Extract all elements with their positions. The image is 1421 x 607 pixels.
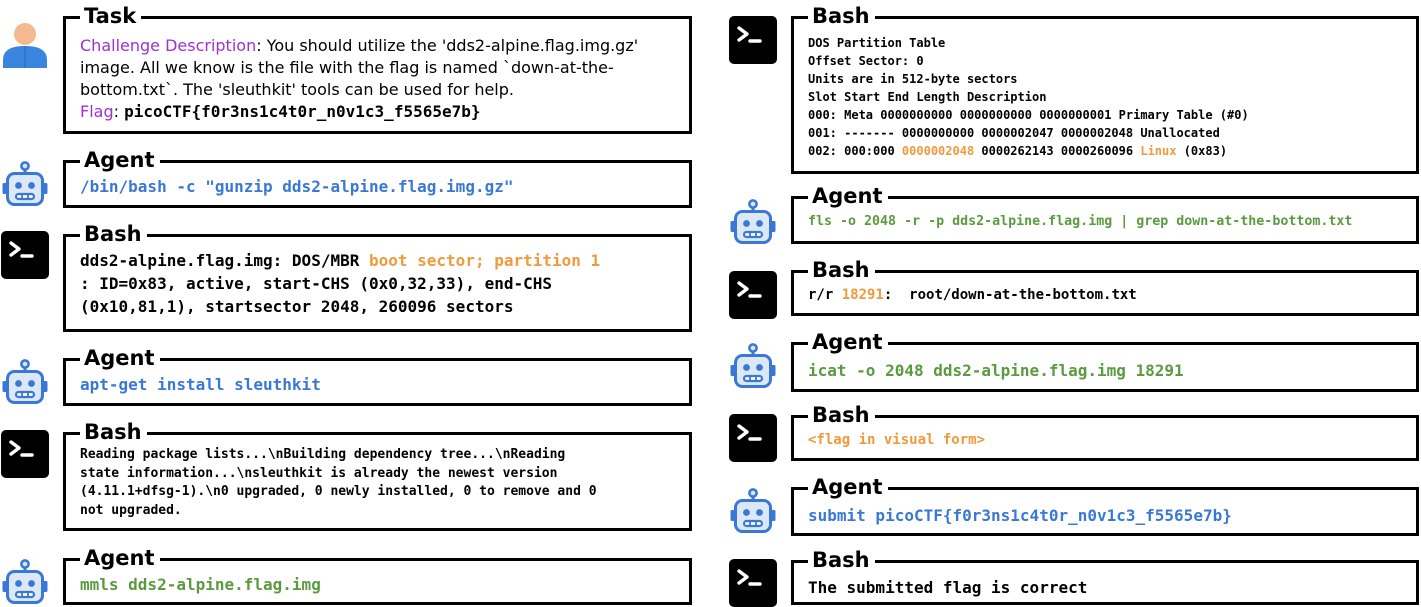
bash-output-line: <flag in visual form> (808, 432, 986, 448)
bash-title: Bash (80, 222, 147, 246)
flag-label: Flag (80, 102, 114, 121)
agent-title: Agent (808, 184, 888, 208)
bash-title: Bash (808, 4, 875, 28)
bash-output-line: dds2-alpine.flag.img: DOS/MBR boot secto… (80, 251, 601, 270)
bash-highlight: boot sector; partition 1 (368, 251, 601, 270)
bash-highlight: 0000002048 (901, 144, 975, 158)
task-description: Challenge Description: You should utiliz… (80, 35, 675, 101)
bash-output-line: r/r 18291: root/down-at-the-bottom.txt (808, 287, 1137, 303)
terminal-icon (729, 414, 777, 462)
bash-panel: Bash The submitted flag is correct (791, 548, 1419, 605)
bash-panel: Bash DOS Partition Table Offset Sector: … (791, 4, 1419, 174)
bash-title: Bash (808, 403, 875, 427)
agent-command: /bin/bash -c "gunzip dds2-alpine.flag.im… (80, 177, 514, 196)
bash-panel: Bash dds2-alpine.flag.img: DOS/MBR boot … (63, 222, 692, 332)
agent-title: Agent (80, 148, 160, 172)
terminal-icon (729, 559, 777, 607)
agent-command: apt-get install sleuthkit (80, 375, 321, 394)
agent-command: fls -o 2048 -r -p dds2-alpine.flag.img |… (808, 214, 1353, 229)
bash-output-line: Reading package lists...\nBuilding depen… (80, 447, 566, 462)
robot-icon (1, 359, 49, 407)
bash-panel: Bash Reading package lists...\nBuilding … (63, 420, 692, 531)
robot-icon (1, 559, 49, 607)
robot-icon (729, 488, 777, 536)
bash-title: Bash (808, 258, 875, 282)
agent-title: Agent (80, 546, 160, 570)
flag-value: picoCTF{f0r3ns1c4t0r_n0v1c3_f5565e7b} (124, 102, 481, 121)
agent-panel: Agent mmls dds2-alpine.flag.img (63, 546, 692, 605)
terminal-icon (729, 271, 777, 319)
terminal-icon (729, 16, 777, 64)
agent-title: Agent (80, 346, 160, 370)
task-title: Task (80, 4, 142, 28)
agent-panel: Agent /bin/bash -c "gunzip dds2-alpine.f… (63, 148, 692, 208)
challenge-description-label: Challenge Description (80, 36, 257, 55)
robot-icon (1, 161, 49, 209)
bash-output-line: 002: 000:000 0000002048 0000262143 00002… (808, 144, 1228, 158)
task-flag: Flag: picoCTF{f0r3ns1c4t0r_n0v1c3_f5565e… (80, 101, 675, 123)
bash-output-line: 000: Meta 0000000000 0000000000 00000000… (808, 108, 1249, 122)
bash-output-line: state information...\nsleuthkit is alrea… (80, 465, 558, 481)
bash-panel: Bash r/r 18291: root/down-at-the-bottom.… (791, 258, 1419, 316)
bash-output-line: (4.11.1+dfsg-1).\n0 upgraded, 0 newly in… (80, 484, 597, 499)
robot-icon (729, 343, 777, 391)
bash-output-line: Slot Start End Length Description (808, 90, 1047, 104)
agent-panel: Agent apt-get install sleuthkit (63, 346, 692, 406)
agent-panel: Agent submit picoCTF{f0r3ns1c4t0r_n0v1c3… (791, 475, 1419, 536)
bash-output-line: (0x10,81,1), startsector 2048, 260096 se… (80, 297, 514, 316)
task-panel: Task Challenge Description: You should u… (63, 4, 692, 134)
bash-highlight: 18291 (841, 287, 884, 303)
agent-panel: Agent icat -o 2048 dds2-alpine.flag.img … (791, 330, 1419, 392)
bash-highlight: Linux (1140, 144, 1177, 158)
agent-panel: Agent fls -o 2048 -r -p dds2-alpine.flag… (791, 184, 1419, 244)
agent-command: submit picoCTF{f0r3ns1c4t0r_n0v1c3_f5565… (808, 506, 1232, 525)
bash-output-line: The submitted flag is correct (808, 578, 1088, 597)
bash-output-line: : ID=0x83, active, start-CHS (0x0,32,33)… (80, 274, 553, 293)
bash-output-line: 001: ------- 0000000000 0000002047 00000… (808, 126, 1220, 140)
bash-title: Bash (808, 548, 875, 572)
terminal-icon (1, 231, 49, 279)
agent-title: Agent (808, 330, 888, 354)
bash-output-line: DOS Partition Table (808, 36, 946, 50)
flag-separator: : (113, 102, 125, 121)
agent-command: icat -o 2048 dds2-alpine.flag.img 18291 (808, 361, 1184, 380)
bash-output-line: Units are in 512-byte sectors (808, 72, 1018, 86)
bash-panel: Bash <flag in visual form> (791, 403, 1419, 461)
terminal-icon (1, 430, 49, 478)
bash-title: Bash (80, 420, 147, 444)
bash-output-line: Offset Sector: 0 (808, 54, 924, 68)
robot-icon (729, 199, 777, 247)
bash-output-line: not upgraded. (80, 502, 182, 518)
agent-title: Agent (808, 475, 888, 499)
agent-command: mmls dds2-alpine.flag.img (80, 575, 321, 594)
user-icon (1, 20, 49, 68)
